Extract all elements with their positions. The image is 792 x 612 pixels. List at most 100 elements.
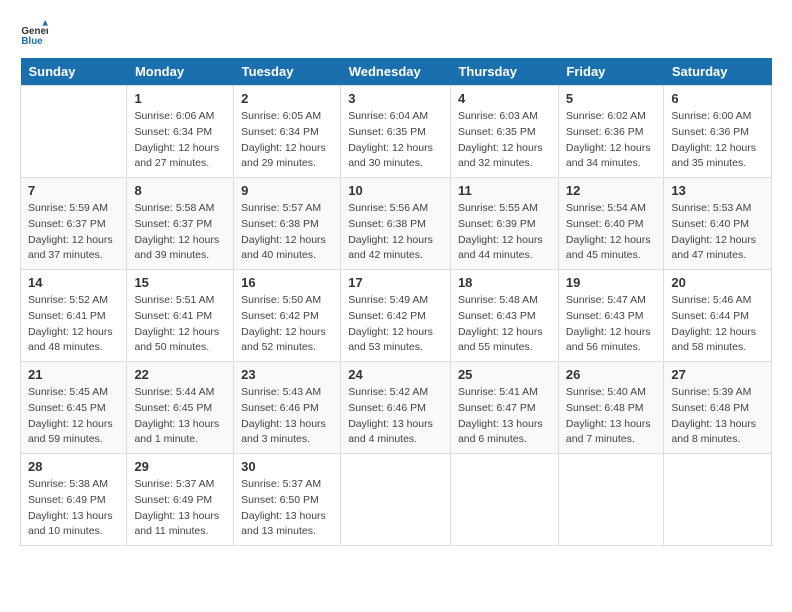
weekday-header: Thursday: [450, 58, 558, 86]
day-number: 23: [241, 367, 333, 382]
calendar-cell: 27 Sunrise: 5:39 AM Sunset: 6:48 PM Dayl…: [664, 362, 772, 454]
calendar-body: 1 Sunrise: 6:06 AM Sunset: 6:34 PM Dayli…: [21, 86, 772, 546]
day-info: Sunrise: 5:44 AM Sunset: 6:45 PM Dayligh…: [134, 385, 226, 448]
calendar-header-row: SundayMondayTuesdayWednesdayThursdayFrid…: [21, 58, 772, 86]
day-number: 4: [458, 91, 551, 106]
day-number: 10: [348, 183, 443, 198]
logo-icon: General Blue: [20, 20, 48, 48]
day-info: Sunrise: 5:38 AM Sunset: 6:49 PM Dayligh…: [28, 477, 119, 540]
calendar-cell: 3 Sunrise: 6:04 AM Sunset: 6:35 PM Dayli…: [341, 86, 451, 178]
day-number: 6: [671, 91, 764, 106]
day-info: Sunrise: 5:39 AM Sunset: 6:48 PM Dayligh…: [671, 385, 764, 448]
calendar-cell: 16 Sunrise: 5:50 AM Sunset: 6:42 PM Dayl…: [234, 270, 341, 362]
day-info: Sunrise: 5:37 AM Sunset: 6:50 PM Dayligh…: [241, 477, 333, 540]
day-info: Sunrise: 5:47 AM Sunset: 6:43 PM Dayligh…: [566, 293, 657, 356]
day-info: Sunrise: 5:58 AM Sunset: 6:37 PM Dayligh…: [134, 201, 226, 264]
page-header: General Blue: [20, 20, 772, 48]
weekday-header: Saturday: [664, 58, 772, 86]
calendar-cell: 29 Sunrise: 5:37 AM Sunset: 6:49 PM Dayl…: [127, 454, 234, 546]
day-number: 14: [28, 275, 119, 290]
calendar-cell: 23 Sunrise: 5:43 AM Sunset: 6:46 PM Dayl…: [234, 362, 341, 454]
weekday-header: Sunday: [21, 58, 127, 86]
day-number: 27: [671, 367, 764, 382]
calendar-cell: [558, 454, 664, 546]
calendar-cell: 11 Sunrise: 5:55 AM Sunset: 6:39 PM Dayl…: [450, 178, 558, 270]
day-info: Sunrise: 5:41 AM Sunset: 6:47 PM Dayligh…: [458, 385, 551, 448]
day-info: Sunrise: 5:37 AM Sunset: 6:49 PM Dayligh…: [134, 477, 226, 540]
day-info: Sunrise: 5:51 AM Sunset: 6:41 PM Dayligh…: [134, 293, 226, 356]
calendar-cell: 26 Sunrise: 5:40 AM Sunset: 6:48 PM Dayl…: [558, 362, 664, 454]
day-number: 21: [28, 367, 119, 382]
day-number: 13: [671, 183, 764, 198]
day-info: Sunrise: 5:52 AM Sunset: 6:41 PM Dayligh…: [28, 293, 119, 356]
day-info: Sunrise: 5:50 AM Sunset: 6:42 PM Dayligh…: [241, 293, 333, 356]
calendar-cell: [450, 454, 558, 546]
calendar-cell: 2 Sunrise: 6:05 AM Sunset: 6:34 PM Dayli…: [234, 86, 341, 178]
calendar-cell: 9 Sunrise: 5:57 AM Sunset: 6:38 PM Dayli…: [234, 178, 341, 270]
calendar-cell: 21 Sunrise: 5:45 AM Sunset: 6:45 PM Dayl…: [21, 362, 127, 454]
calendar-cell: 19 Sunrise: 5:47 AM Sunset: 6:43 PM Dayl…: [558, 270, 664, 362]
calendar-cell: [664, 454, 772, 546]
day-number: 9: [241, 183, 333, 198]
day-number: 20: [671, 275, 764, 290]
day-info: Sunrise: 5:53 AM Sunset: 6:40 PM Dayligh…: [671, 201, 764, 264]
day-info: Sunrise: 5:42 AM Sunset: 6:46 PM Dayligh…: [348, 385, 443, 448]
svg-text:Blue: Blue: [21, 36, 43, 47]
day-number: 2: [241, 91, 333, 106]
day-number: 15: [134, 275, 226, 290]
weekday-header: Wednesday: [341, 58, 451, 86]
calendar-week-row: 7 Sunrise: 5:59 AM Sunset: 6:37 PM Dayli…: [21, 178, 772, 270]
day-number: 11: [458, 183, 551, 198]
calendar-week-row: 28 Sunrise: 5:38 AM Sunset: 6:49 PM Dayl…: [21, 454, 772, 546]
day-info: Sunrise: 5:48 AM Sunset: 6:43 PM Dayligh…: [458, 293, 551, 356]
day-info: Sunrise: 5:43 AM Sunset: 6:46 PM Dayligh…: [241, 385, 333, 448]
calendar-cell: 28 Sunrise: 5:38 AM Sunset: 6:49 PM Dayl…: [21, 454, 127, 546]
calendar-cell: 22 Sunrise: 5:44 AM Sunset: 6:45 PM Dayl…: [127, 362, 234, 454]
day-info: Sunrise: 5:54 AM Sunset: 6:40 PM Dayligh…: [566, 201, 657, 264]
day-number: 17: [348, 275, 443, 290]
day-number: 25: [458, 367, 551, 382]
calendar-cell: 17 Sunrise: 5:49 AM Sunset: 6:42 PM Dayl…: [341, 270, 451, 362]
calendar-cell: 13 Sunrise: 5:53 AM Sunset: 6:40 PM Dayl…: [664, 178, 772, 270]
day-info: Sunrise: 5:40 AM Sunset: 6:48 PM Dayligh…: [566, 385, 657, 448]
calendar-cell: 5 Sunrise: 6:02 AM Sunset: 6:36 PM Dayli…: [558, 86, 664, 178]
calendar-cell: [341, 454, 451, 546]
day-info: Sunrise: 5:46 AM Sunset: 6:44 PM Dayligh…: [671, 293, 764, 356]
calendar-cell: 4 Sunrise: 6:03 AM Sunset: 6:35 PM Dayli…: [450, 86, 558, 178]
day-info: Sunrise: 6:06 AM Sunset: 6:34 PM Dayligh…: [134, 109, 226, 172]
calendar-cell: 18 Sunrise: 5:48 AM Sunset: 6:43 PM Dayl…: [450, 270, 558, 362]
calendar-cell: 7 Sunrise: 5:59 AM Sunset: 6:37 PM Dayli…: [21, 178, 127, 270]
day-info: Sunrise: 5:45 AM Sunset: 6:45 PM Dayligh…: [28, 385, 119, 448]
day-number: 29: [134, 459, 226, 474]
calendar-week-row: 21 Sunrise: 5:45 AM Sunset: 6:45 PM Dayl…: [21, 362, 772, 454]
day-info: Sunrise: 5:56 AM Sunset: 6:38 PM Dayligh…: [348, 201, 443, 264]
day-number: 22: [134, 367, 226, 382]
day-info: Sunrise: 5:55 AM Sunset: 6:39 PM Dayligh…: [458, 201, 551, 264]
calendar-cell: 1 Sunrise: 6:06 AM Sunset: 6:34 PM Dayli…: [127, 86, 234, 178]
day-info: Sunrise: 6:02 AM Sunset: 6:36 PM Dayligh…: [566, 109, 657, 172]
day-number: 26: [566, 367, 657, 382]
day-info: Sunrise: 6:03 AM Sunset: 6:35 PM Dayligh…: [458, 109, 551, 172]
day-number: 24: [348, 367, 443, 382]
day-info: Sunrise: 5:59 AM Sunset: 6:37 PM Dayligh…: [28, 201, 119, 264]
day-number: 12: [566, 183, 657, 198]
calendar-cell: 10 Sunrise: 5:56 AM Sunset: 6:38 PM Dayl…: [341, 178, 451, 270]
day-info: Sunrise: 6:04 AM Sunset: 6:35 PM Dayligh…: [348, 109, 443, 172]
day-number: 16: [241, 275, 333, 290]
day-number: 5: [566, 91, 657, 106]
day-number: 19: [566, 275, 657, 290]
calendar-cell: 12 Sunrise: 5:54 AM Sunset: 6:40 PM Dayl…: [558, 178, 664, 270]
calendar-cell: 24 Sunrise: 5:42 AM Sunset: 6:46 PM Dayl…: [341, 362, 451, 454]
calendar-cell: 8 Sunrise: 5:58 AM Sunset: 6:37 PM Dayli…: [127, 178, 234, 270]
weekday-header: Monday: [127, 58, 234, 86]
day-number: 28: [28, 459, 119, 474]
day-number: 7: [28, 183, 119, 198]
calendar-week-row: 1 Sunrise: 6:06 AM Sunset: 6:34 PM Dayli…: [21, 86, 772, 178]
logo: General Blue: [20, 20, 52, 48]
day-number: 30: [241, 459, 333, 474]
calendar-cell: 15 Sunrise: 5:51 AM Sunset: 6:41 PM Dayl…: [127, 270, 234, 362]
day-number: 3: [348, 91, 443, 106]
calendar-cell: 30 Sunrise: 5:37 AM Sunset: 6:50 PM Dayl…: [234, 454, 341, 546]
day-info: Sunrise: 6:00 AM Sunset: 6:36 PM Dayligh…: [671, 109, 764, 172]
day-number: 8: [134, 183, 226, 198]
